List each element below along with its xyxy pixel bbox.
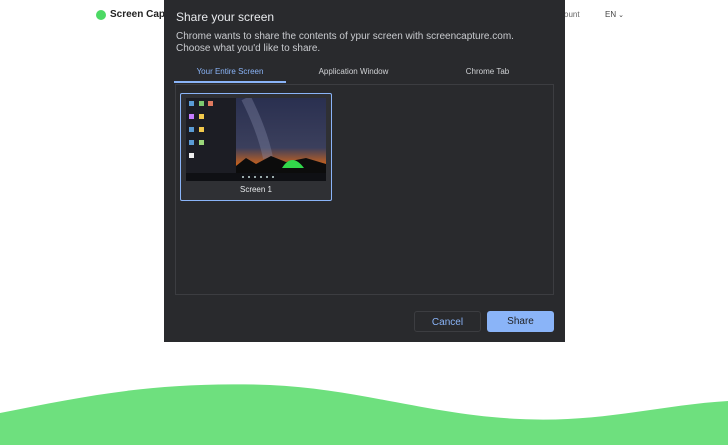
source-list: Screen 1: [175, 84, 554, 295]
tab-entire-screen[interactable]: Your Entire Screen: [174, 65, 286, 83]
site-logo[interactable]: Screen Capt: [96, 9, 168, 20]
screen-source-label: Screen 1: [239, 185, 273, 194]
source-tabs: Your Entire Screen Application Window Ch…: [174, 65, 554, 83]
dialog-description-line1: Chrome wants to share the contents of yp…: [176, 31, 514, 42]
dialog-description-line2: Choose what you'd like to share.: [176, 43, 321, 54]
screen-source-item[interactable]: Screen 1: [180, 93, 332, 201]
share-screen-dialog: Share your screen Chrome wants to share …: [164, 0, 565, 342]
dialog-description: Chrome wants to share the contents of yp…: [176, 31, 546, 55]
tab-chrome-tab[interactable]: Chrome Tab: [421, 65, 554, 83]
share-button[interactable]: Share: [487, 311, 554, 332]
logo-text: Screen Capt: [110, 9, 169, 20]
tab-application-window[interactable]: Application Window: [286, 65, 421, 83]
screen-thumbnail: [186, 98, 326, 181]
logo-dot-icon: [96, 9, 106, 20]
language-label: EN: [605, 10, 617, 19]
chevron-down-icon: ⌄: [618, 12, 624, 19]
dialog-title: Share your screen: [176, 10, 275, 24]
green-wave-decoration: [0, 384, 728, 445]
language-selector[interactable]: EN ⌄: [605, 10, 624, 19]
cancel-button[interactable]: Cancel: [414, 311, 481, 332]
